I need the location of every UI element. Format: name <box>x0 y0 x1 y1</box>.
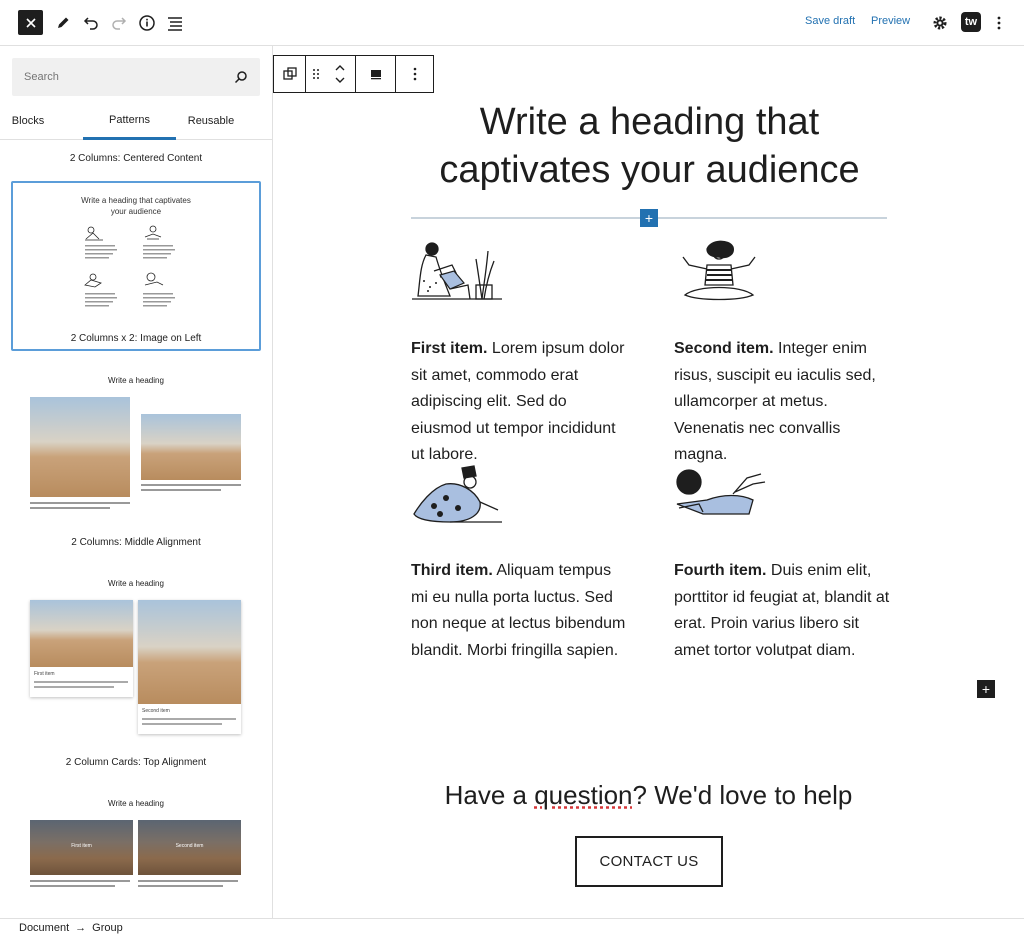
item-body: Lorem ipsum dolor sit amet, commodo erat… <box>411 340 625 463</box>
preview-card-label: First item <box>34 671 55 677</box>
preview-heading: Write a heading that captivates your aud… <box>81 196 191 216</box>
meditating-person-illustration <box>682 240 756 301</box>
desert-image: First item <box>30 820 133 875</box>
preview-card-label: Second item <box>142 708 170 714</box>
pattern-preview-image-left[interactable]: Write a heading that captivates your aud… <box>11 181 261 351</box>
item-title: First item. <box>411 340 488 357</box>
block-toolbar <box>273 55 434 93</box>
desert-image <box>141 414 241 480</box>
more-options-icon[interactable] <box>396 56 433 92</box>
add-block-icon[interactable]: + <box>977 680 995 698</box>
preview-heading: Write a heading <box>108 376 164 385</box>
desert-image: Second item <box>138 820 241 875</box>
preview-heading: Write a heading <box>108 799 164 808</box>
preview-card-label: Second item <box>175 843 204 849</box>
move-up-down-icon[interactable] <box>326 63 355 85</box>
item-title: Second item. <box>674 340 774 357</box>
search-input[interactable]: Search <box>12 58 260 96</box>
inserter-tabs: Blocks Patterns Reusable <box>0 102 272 140</box>
item-paragraph[interactable]: First item. Lorem ipsum dolor sit amet, … <box>411 336 631 469</box>
question-text: ? We'd love to help <box>632 780 853 810</box>
question-heading[interactable]: Have a question? We'd love to help <box>393 780 904 811</box>
pattern-title: 2 Columns: Centered Content <box>69 153 203 164</box>
contact-us-button[interactable]: CONTACT US <box>575 836 723 887</box>
breadcrumb: Document → Group <box>0 918 1024 936</box>
desert-image <box>30 397 130 497</box>
preview-text <box>30 502 130 509</box>
page-heading[interactable]: Write a heading that captivates your aud… <box>411 98 888 194</box>
more-vertical-icon[interactable] <box>987 11 1011 35</box>
pattern-title: 2 Columns x 2: Image on Left <box>70 333 202 344</box>
breadcrumb-document[interactable]: Document <box>19 922 69 934</box>
undo-icon[interactable] <box>79 11 103 35</box>
save-draft-button[interactable]: Save draft <box>805 15 855 27</box>
tab-blocks[interactable]: Blocks <box>0 102 56 140</box>
preview-card: First item <box>30 600 133 697</box>
add-block-icon[interactable]: + <box>640 209 658 227</box>
item-paragraph[interactable]: Second item. Integer enim risus, suscipi… <box>674 336 894 469</box>
lying-person-illustration <box>676 469 766 515</box>
list-view-icon[interactable] <box>163 11 187 35</box>
item-paragraph[interactable]: Third item. Aliquam tempus mi eu nulla p… <box>411 558 631 664</box>
drag-handle-icon[interactable] <box>306 68 326 80</box>
transform-block-icon[interactable] <box>274 56 306 92</box>
item-body: Integer enim risus, suscipit eu iaculis … <box>674 340 876 463</box>
tab-reusable[interactable]: Reusable <box>176 102 246 140</box>
search-icon <box>234 71 247 84</box>
preview-illustrations <box>84 225 175 307</box>
preview-button[interactable]: Preview <box>871 15 910 27</box>
inserter-sidebar: Search Blocks Patterns Reusable 2 Column… <box>0 46 273 918</box>
question-text: question <box>534 780 633 810</box>
preview-card: Second item <box>138 600 241 734</box>
top-toolbar: Save draft Preview tw <box>0 0 1024 46</box>
pattern-title: 2 Column Cards: Top Alignment <box>65 757 207 768</box>
item-title: Fourth item. <box>674 562 767 579</box>
editor-canvas: Write a heading that captivates your aud… <box>273 46 1024 918</box>
breadcrumb-group[interactable]: Group <box>92 922 123 934</box>
search-placeholder: Search <box>24 71 59 83</box>
arrow-right-icon: → <box>75 921 87 934</box>
tab-patterns[interactable]: Patterns <box>83 102 176 140</box>
reading-person-illustration <box>412 242 502 300</box>
question-text: Have a <box>444 780 535 810</box>
pattern-title: 2 Columns: Middle Alignment <box>71 537 201 548</box>
preview-text <box>141 484 241 491</box>
align-wide-icon[interactable] <box>356 56 396 92</box>
lounging-person-illustration <box>413 465 502 523</box>
redo-icon[interactable] <box>107 11 131 35</box>
item-paragraph[interactable]: Fourth item. Duis enim elit, porttitor i… <box>674 558 894 664</box>
preview-card-label: First item <box>71 843 92 849</box>
pencil-icon[interactable] <box>51 11 75 35</box>
info-icon[interactable] <box>135 11 159 35</box>
gear-icon[interactable] <box>928 11 952 35</box>
plugin-badge[interactable]: tw <box>961 12 981 32</box>
preview-heading: Write a heading <box>108 579 164 588</box>
close-icon[interactable] <box>18 10 43 35</box>
item-title: Third item. <box>411 562 493 579</box>
